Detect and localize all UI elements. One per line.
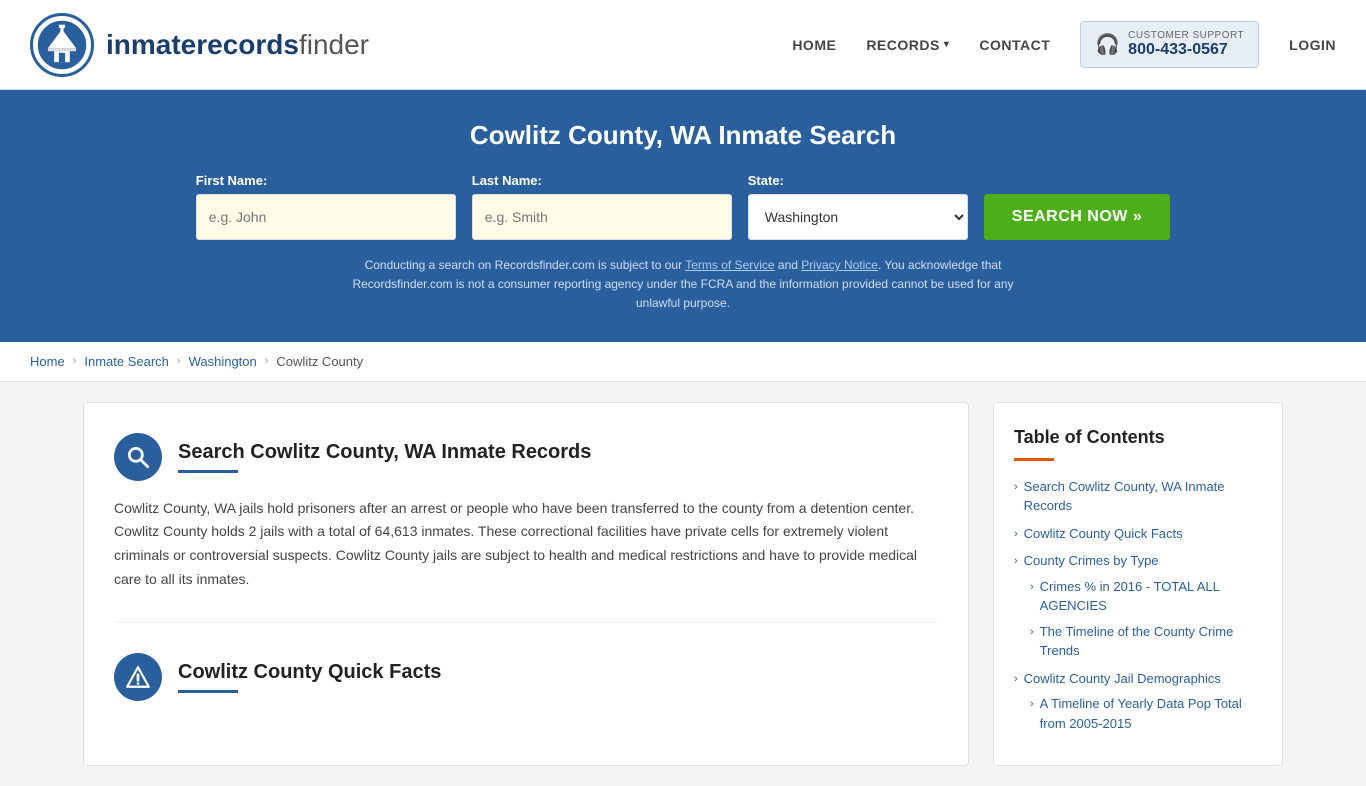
nav-records[interactable]: RECORDS ▾: [866, 37, 949, 53]
section1-title: Search Cowlitz County, WA Inmate Records: [178, 441, 591, 464]
section1-header: Search Cowlitz County, WA Inmate Records: [114, 433, 938, 481]
breadcrumb-sep-2: ›: [177, 355, 181, 367]
site-header: inmaterecordsfinder HOME RECORDS ▾ CONTA…: [0, 0, 1366, 90]
main-nav: HOME RECORDS ▾ CONTACT 🎧 CUSTOMER SUPPOR…: [792, 21, 1336, 68]
section2-title-area: Cowlitz County Quick Facts: [178, 661, 441, 693]
section2-underline: [178, 690, 238, 693]
breadcrumb-inmate-search[interactable]: Inmate Search: [84, 354, 169, 369]
toc-title: Table of Contents: [1014, 427, 1262, 448]
toc-link-2[interactable]: › Cowlitz County Quick Facts: [1014, 524, 1262, 544]
toc-sub-list-2: › A Timeline of Yearly Data Pop Total fr…: [1030, 694, 1262, 733]
toc-underline: [1014, 458, 1054, 461]
toc-sub-item-1: › Crimes % in 2016 - TOTAL ALL AGENCIES: [1030, 577, 1262, 616]
state-label: State:: [748, 173, 968, 188]
toc-sub-item-2: › The Timeline of the County Crime Trend…: [1030, 622, 1262, 661]
sidebar: Table of Contents › Search Cowlitz Count…: [993, 402, 1283, 767]
nav-contact[interactable]: CONTACT: [979, 37, 1050, 53]
breadcrumb-home[interactable]: Home: [30, 354, 65, 369]
toc-box: Table of Contents › Search Cowlitz Count…: [993, 402, 1283, 767]
last-name-group: Last Name:: [472, 173, 732, 240]
toc-item-1: › Search Cowlitz County, WA Inmate Recor…: [1014, 477, 1262, 516]
search-button[interactable]: SEARCH NOW »: [984, 194, 1170, 240]
last-name-input[interactable]: [472, 194, 732, 240]
logo-icon: [30, 13, 94, 77]
toc-item-3: › County Crimes by Type › Crimes % in 20…: [1014, 551, 1262, 661]
main-content: Search Cowlitz County, WA Inmate Records…: [53, 402, 1313, 767]
toc-sub-item-3: › A Timeline of Yearly Data Pop Total fr…: [1030, 694, 1262, 733]
support-number: 800-433-0567: [1128, 41, 1244, 59]
toc-sub-link-2[interactable]: › The Timeline of the County Crime Trend…: [1030, 622, 1262, 661]
state-group: State: Washington Alabama Alaska Califor…: [748, 173, 968, 240]
chevron-right-icon: ›: [1030, 624, 1034, 641]
support-label: CUSTOMER SUPPORT: [1128, 30, 1244, 41]
breadcrumb: Home › Inmate Search › Washington › Cowl…: [0, 342, 1366, 382]
breadcrumb-sep-1: ›: [73, 355, 77, 367]
tos-link[interactable]: Terms of Service: [685, 258, 774, 272]
chevron-right-icon: ›: [1014, 479, 1018, 496]
first-name-input[interactable]: [196, 194, 456, 240]
toc-sub-link-3[interactable]: › A Timeline of Yearly Data Pop Total fr…: [1030, 694, 1262, 733]
toc-item-4: › Cowlitz County Jail Demographics › A T…: [1014, 669, 1262, 734]
toc-item-2: › Cowlitz County Quick Facts: [1014, 524, 1262, 544]
toc-sub-list: › Crimes % in 2016 - TOTAL ALL AGENCIES …: [1030, 577, 1262, 661]
chevron-right-icon: ›: [1030, 579, 1034, 596]
first-name-label: First Name:: [196, 173, 456, 188]
section1-title-area: Search Cowlitz County, WA Inmate Records: [178, 441, 591, 473]
toc-link-4[interactable]: › Cowlitz County Jail Demographics: [1014, 669, 1262, 689]
headset-icon: 🎧: [1095, 32, 1120, 57]
section2-title: Cowlitz County Quick Facts: [178, 661, 441, 684]
state-select[interactable]: Washington Alabama Alaska California Ore…: [748, 194, 968, 240]
privacy-link[interactable]: Privacy Notice: [801, 258, 878, 272]
chevron-right-icon: ›: [1014, 553, 1018, 570]
breadcrumb-washington[interactable]: Washington: [189, 354, 257, 369]
search-form: First Name: Last Name: State: Washington…: [0, 173, 1366, 240]
first-name-group: First Name:: [196, 173, 456, 240]
chevron-down-icon: ▾: [944, 39, 950, 50]
chevron-right-icon: ›: [1030, 696, 1034, 713]
toc-list: › Search Cowlitz County, WA Inmate Recor…: [1014, 477, 1262, 734]
last-name-label: Last Name:: [472, 173, 732, 188]
hero-title: Cowlitz County, WA Inmate Search: [0, 120, 1366, 151]
toc-link-3[interactable]: › County Crimes by Type: [1014, 551, 1262, 571]
support-text: CUSTOMER SUPPORT 800-433-0567: [1128, 30, 1244, 59]
breadcrumb-current: Cowlitz County: [276, 354, 363, 369]
chevron-right-icon: ›: [1014, 526, 1018, 543]
nav-home[interactable]: HOME: [792, 37, 836, 53]
chevron-right-icon: ›: [1014, 671, 1018, 688]
customer-support-box: 🎧 CUSTOMER SUPPORT 800-433-0567: [1080, 21, 1259, 68]
toc-link-1[interactable]: › Search Cowlitz County, WA Inmate Recor…: [1014, 477, 1262, 516]
logo-text: inmaterecordsfinder: [106, 29, 369, 61]
section1-underline: [178, 470, 238, 473]
hero-section: Cowlitz County, WA Inmate Search First N…: [0, 90, 1366, 342]
section2-header: Cowlitz County Quick Facts: [114, 653, 938, 701]
content-left: Search Cowlitz County, WA Inmate Records…: [83, 402, 969, 767]
breadcrumb-sep-3: ›: [265, 355, 269, 367]
hero-disclaimer: Conducting a search on Recordsfinder.com…: [333, 256, 1033, 314]
section-divider: [114, 622, 938, 623]
logo-area: inmaterecordsfinder: [30, 13, 369, 77]
section1-body: Cowlitz County, WA jails hold prisoners …: [114, 497, 938, 592]
alert-icon-circle: [114, 653, 162, 701]
nav-login[interactable]: LOGIN: [1289, 37, 1336, 53]
toc-sub-link-1[interactable]: › Crimes % in 2016 - TOTAL ALL AGENCIES: [1030, 577, 1262, 616]
search-icon-circle: [114, 433, 162, 481]
